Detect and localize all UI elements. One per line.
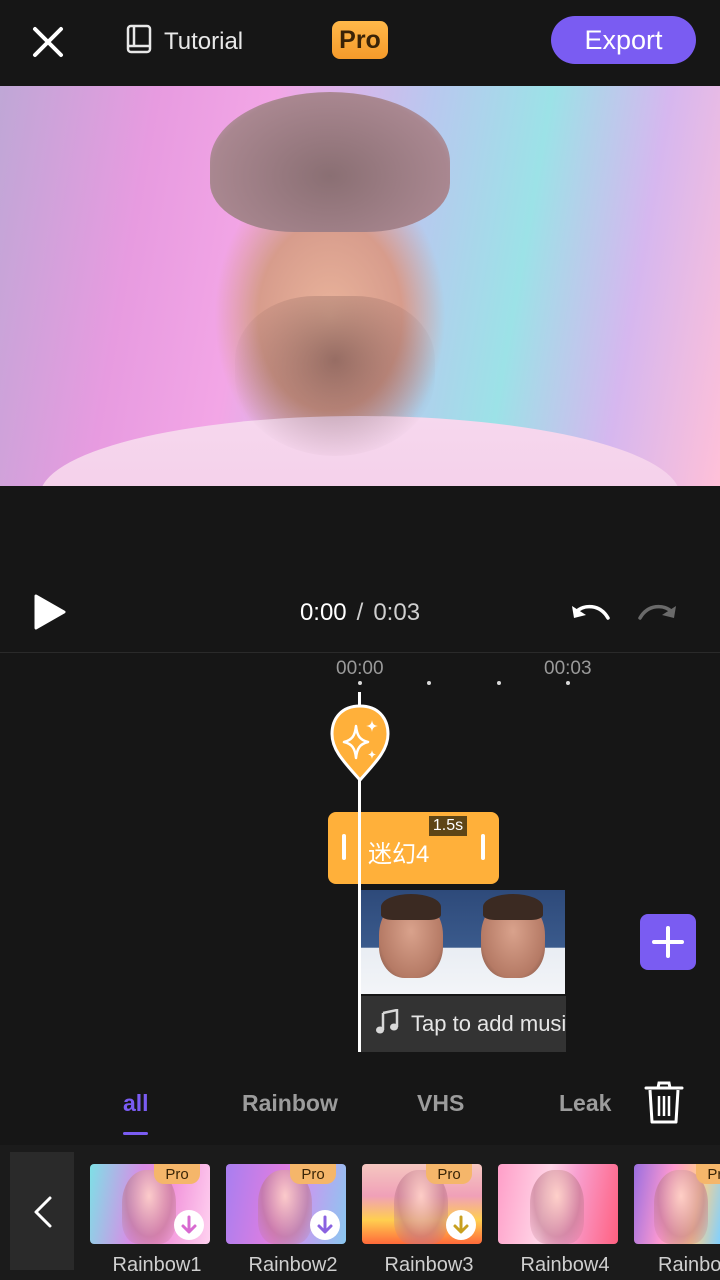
pro-badge: Pro bbox=[426, 1164, 472, 1184]
tab-vhs[interactable]: VHS bbox=[417, 1090, 464, 1117]
music-note-icon bbox=[375, 1007, 399, 1040]
download-icon[interactable] bbox=[446, 1210, 476, 1240]
pro-badge: Pro bbox=[154, 1164, 200, 1184]
music-placeholder: Tap to add music bbox=[411, 1011, 566, 1036]
undo-icon[interactable] bbox=[568, 598, 614, 630]
clip-handle-left[interactable] bbox=[342, 834, 346, 860]
current-time: 0:00 bbox=[299, 599, 347, 626]
preview-hair bbox=[210, 92, 450, 232]
ruler-dot bbox=[566, 681, 570, 685]
sparkle-icon[interactable] bbox=[330, 704, 390, 784]
video-thumbnail bbox=[463, 890, 565, 994]
effect-thumb-rainbow5[interactable]: Pro bbox=[634, 1164, 720, 1244]
video-preview[interactable] bbox=[0, 86, 720, 486]
effect-label: Rainbow5 bbox=[658, 1254, 720, 1276]
time-display: 0:00 / 0:03 bbox=[260, 596, 460, 630]
total-duration: 0:03 bbox=[373, 599, 421, 626]
effect-label: Rainbow1 bbox=[112, 1254, 202, 1276]
preview-beard bbox=[235, 296, 435, 456]
play-icon[interactable] bbox=[30, 590, 70, 634]
pro-badge: Pro bbox=[290, 1164, 336, 1184]
clip-handle-right[interactable] bbox=[481, 834, 485, 860]
effect-clip-duration: 1.5s bbox=[429, 816, 467, 836]
download-icon[interactable] bbox=[310, 1210, 340, 1240]
add-music-track[interactable]: Tap to add music bbox=[361, 996, 566, 1052]
export-button[interactable]: Export bbox=[551, 16, 696, 64]
back-button[interactable] bbox=[10, 1152, 74, 1270]
tick-label-start: 00:00 bbox=[336, 658, 384, 679]
ruler-dot bbox=[497, 681, 501, 685]
close-icon[interactable] bbox=[26, 20, 70, 64]
effect-clip[interactable]: 迷幻4 1.5s bbox=[328, 812, 499, 884]
redo-icon[interactable] bbox=[634, 598, 680, 630]
pro-badge[interactable]: Pro bbox=[332, 21, 388, 59]
ruler-dot bbox=[358, 681, 362, 685]
trash-icon[interactable] bbox=[642, 1080, 686, 1126]
tab-leak[interactable]: Leak bbox=[559, 1090, 611, 1117]
time-separator: / bbox=[356, 599, 364, 626]
tutorial-label: Tutorial bbox=[164, 28, 244, 55]
video-thumbnail bbox=[361, 890, 463, 994]
effect-thumb-rainbow2[interactable]: Pro bbox=[226, 1164, 346, 1244]
tab-all[interactable]: all bbox=[123, 1090, 149, 1117]
pro-badge: Pro bbox=[696, 1164, 720, 1184]
effect-clip-name: 迷幻4 bbox=[368, 841, 430, 868]
effect-thumb-rainbow1[interactable]: Pro bbox=[90, 1164, 210, 1244]
effect-label: Rainbow2 bbox=[248, 1254, 338, 1276]
tab-active-indicator bbox=[123, 1132, 148, 1135]
tab-rainbow[interactable]: Rainbow bbox=[242, 1090, 338, 1117]
book-icon bbox=[126, 24, 154, 61]
ruler-dot bbox=[427, 681, 431, 685]
effect-thumb-rainbow3[interactable]: Pro bbox=[362, 1164, 482, 1244]
video-track[interactable] bbox=[361, 890, 566, 994]
tick-label-end: 00:03 bbox=[544, 658, 592, 679]
download-icon[interactable] bbox=[174, 1210, 204, 1240]
tutorial-button[interactable]: Tutorial bbox=[126, 22, 243, 62]
effect-thumb-rainbow4[interactable] bbox=[498, 1164, 618, 1244]
add-clip-button[interactable] bbox=[640, 914, 696, 970]
effect-label: Rainbow4 bbox=[520, 1254, 610, 1276]
effect-label: Rainbow3 bbox=[384, 1254, 474, 1276]
